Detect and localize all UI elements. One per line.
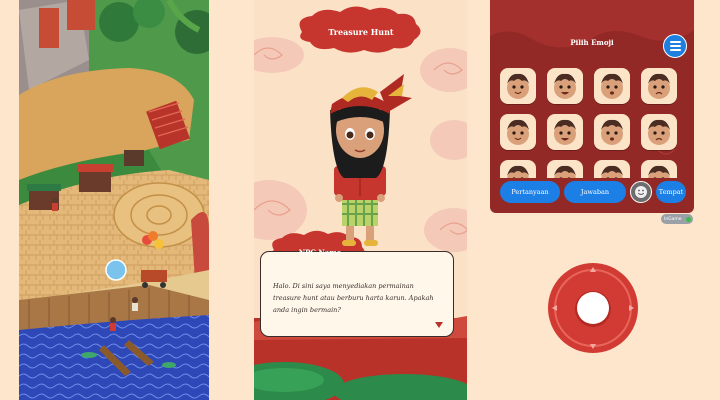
- emoji-option[interactable]: [641, 160, 677, 178]
- character-face-icon: [554, 165, 576, 178]
- island-map-view[interactable]: [19, 0, 209, 400]
- character-face-icon: [507, 73, 529, 99]
- dialog-box[interactable]: Halo. Di sini saya menyediakan permainan…: [260, 251, 454, 337]
- virtual-joystick[interactable]: [547, 262, 639, 354]
- treasure-hunt-title: Treasure Hunt: [328, 27, 394, 37]
- triangle-down-icon[interactable]: [435, 322, 443, 328]
- npc-dialog-panel: Treasure Hunt Halo. Di sini saya menyedi…: [254, 0, 467, 400]
- smiley-icon[interactable]: [630, 181, 652, 203]
- character-face-icon: [601, 73, 623, 99]
- emoji-option[interactable]: [500, 114, 536, 150]
- emoji-grid: [500, 68, 690, 178]
- island-map-scene: [19, 0, 209, 400]
- hamburger-icon[interactable]: [663, 34, 687, 58]
- character-face-icon: [554, 119, 576, 145]
- emoji-option[interactable]: [547, 68, 583, 104]
- npc-character[interactable]: [330, 74, 412, 246]
- chat-action-bar: Pertanyaan Jawaban Tempat: [490, 180, 694, 206]
- npc-name-label: NPC Name: [298, 247, 342, 257]
- npc-scene-background: [254, 6, 467, 400]
- status-label: InGame: [664, 216, 682, 222]
- character-face-icon: [648, 119, 670, 145]
- answer-button[interactable]: Jawaban: [564, 181, 626, 203]
- emoji-option[interactable]: [641, 114, 677, 150]
- place-button[interactable]: Tempat: [656, 181, 686, 203]
- emoji-option[interactable]: [500, 68, 536, 104]
- character-face-icon: [648, 165, 670, 178]
- dialog-text: Halo. Di sini saya menyediakan permainan…: [273, 282, 434, 314]
- emoji-option[interactable]: [641, 68, 677, 104]
- character-face-icon: [601, 119, 623, 145]
- emoji-option[interactable]: [547, 160, 583, 178]
- emoji-option[interactable]: [594, 114, 630, 150]
- emoji-picker-panel: Pilih Emoji Pertanyaan Jawaban Tempat: [490, 0, 694, 213]
- question-button[interactable]: Pertanyaan: [500, 181, 560, 203]
- online-dot-icon: [686, 216, 691, 222]
- character-face-icon: [648, 73, 670, 99]
- emoji-option[interactable]: [594, 68, 630, 104]
- emoji-option[interactable]: [594, 160, 630, 178]
- emoji-option[interactable]: [547, 114, 583, 150]
- character-face-icon: [507, 119, 529, 145]
- emoji-option[interactable]: [500, 160, 536, 178]
- character-face-icon: [507, 165, 529, 178]
- joystick-thumb[interactable]: [577, 292, 609, 324]
- character-face-icon: [554, 73, 576, 99]
- ingame-status-badge: InGame: [661, 214, 693, 224]
- character-face-icon: [601, 165, 623, 178]
